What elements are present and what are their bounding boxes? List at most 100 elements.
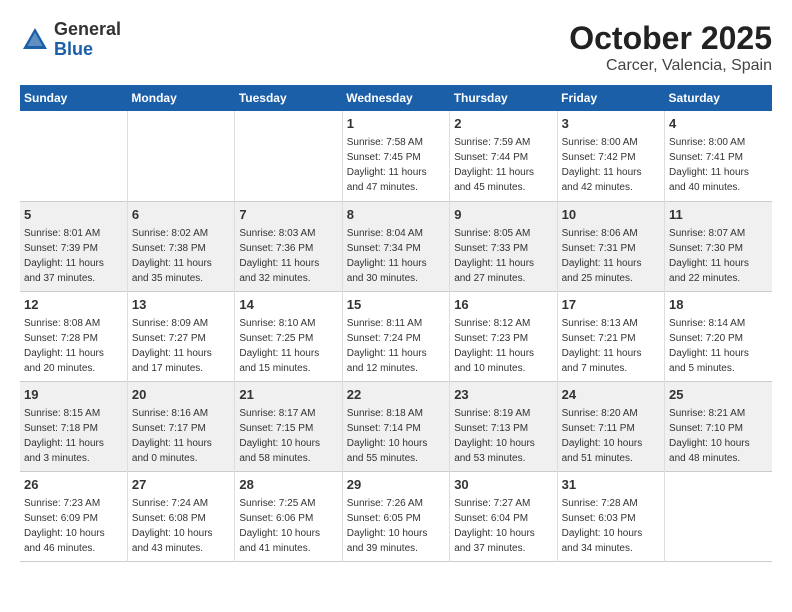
day-info: Sunrise: 8:04 AM Sunset: 7:34 PM Dayligh…	[347, 228, 427, 284]
week-row-2: 5 Sunrise: 8:01 AM Sunset: 7:39 PM Daylig…	[20, 201, 772, 291]
day-number: 13	[132, 296, 230, 314]
day-info: Sunrise: 7:28 AM Sunset: 6:03 PM Dayligh…	[562, 498, 643, 554]
calendar-cell: 20Sunrise: 8:16 AM Sunset: 7:17 PM Dayli…	[127, 381, 234, 471]
day-info: Sunrise: 8:05 AM Sunset: 7:33 PM Dayligh…	[454, 228, 534, 284]
day-info: Sunrise: 8:08 AM Sunset: 7:28 PM Dayligh…	[24, 318, 104, 374]
week-row-3: 12 Sunrise: 8:08 AM Sunset: 7:28 PM Dayli…	[20, 291, 772, 381]
day-header-thursday: Thursday	[450, 85, 557, 111]
logo-icon	[20, 25, 50, 55]
calendar-cell: 23 Sunrise: 8:19 AM Sunset: 7:13 PM Dayli…	[450, 381, 557, 471]
day-number: 29	[347, 476, 445, 494]
day-info: Sunrise: 8:12 AM Sunset: 7:23 PM Dayligh…	[454, 318, 534, 374]
day-number: 7	[239, 206, 337, 224]
calendar-cell	[665, 471, 772, 561]
logo: General Blue	[20, 20, 121, 60]
day-info: Sunrise: 8:18 AM Sunset: 7:14 PM Dayligh…	[347, 408, 428, 464]
day-number: 21	[239, 386, 337, 404]
calendar-cell: 17 Sunrise: 8:13 AM Sunset: 7:21 PM Dayli…	[557, 291, 664, 381]
calendar-cell: 2 Sunrise: 7:59 AM Sunset: 7:44 PM Daylig…	[450, 111, 557, 201]
day-info: Sunrise: 8:13 AM Sunset: 7:21 PM Dayligh…	[562, 318, 642, 374]
day-info: Sunrise: 8:06 AM Sunset: 7:31 PM Dayligh…	[562, 228, 642, 284]
day-header-monday: Monday	[127, 85, 234, 111]
day-info: Sunrise: 8:07 AM Sunset: 7:30 PM Dayligh…	[669, 228, 749, 284]
calendar-table: SundayMondayTuesdayWednesdayThursdayFrid…	[20, 85, 772, 562]
day-header-wednesday: Wednesday	[342, 85, 449, 111]
day-number: 12	[24, 296, 123, 314]
calendar-cell: 11 Sunrise: 8:07 AM Sunset: 7:30 PM Dayli…	[665, 201, 772, 291]
day-header-tuesday: Tuesday	[235, 85, 342, 111]
day-info: Sunrise: 8:00 AM Sunset: 7:42 PM Dayligh…	[562, 137, 642, 193]
page-container: General Blue October 2025 Carcer, Valenc…	[20, 20, 772, 562]
day-info: Sunrise: 8:20 AM Sunset: 7:11 PM Dayligh…	[562, 408, 643, 464]
day-info: Sunrise: 8:09 AM Sunset: 7:27 PM Dayligh…	[132, 318, 212, 374]
day-info: Sunrise: 8:03 AM Sunset: 7:36 PM Dayligh…	[239, 228, 319, 284]
day-number: 3	[562, 115, 660, 133]
day-number: 17	[562, 296, 660, 314]
day-info: Sunrise: 7:26 AM Sunset: 6:05 PM Dayligh…	[347, 498, 428, 554]
logo-text: General Blue	[54, 20, 121, 60]
day-info: Sunrise: 7:58 AM Sunset: 7:45 PM Dayligh…	[347, 137, 427, 193]
day-number: 24	[562, 386, 660, 404]
day-info: Sunrise: 8:00 AM Sunset: 7:41 PM Dayligh…	[669, 137, 749, 193]
day-info: Sunrise: 8:15 AM Sunset: 7:18 PM Dayligh…	[24, 408, 104, 464]
day-info: Sunrise: 7:59 AM Sunset: 7:44 PM Dayligh…	[454, 137, 534, 193]
calendar-cell: 5 Sunrise: 8:01 AM Sunset: 7:39 PM Daylig…	[20, 201, 127, 291]
calendar-cell: 29 Sunrise: 7:26 AM Sunset: 6:05 PM Dayli…	[342, 471, 449, 561]
day-number: 9	[454, 206, 552, 224]
calendar-cell: 13 Sunrise: 8:09 AM Sunset: 7:27 PM Dayli…	[127, 291, 234, 381]
calendar-cell	[127, 111, 234, 201]
day-info: Sunrise: 8:01 AM Sunset: 7:39 PM Dayligh…	[24, 228, 104, 284]
day-number: 20	[132, 386, 230, 404]
day-header-sunday: Sunday	[20, 85, 127, 111]
title-block: October 2025 Carcer, Valencia, Spain	[569, 20, 772, 75]
calendar-cell: 28Sunrise: 7:25 AM Sunset: 6:06 PM Dayli…	[235, 471, 342, 561]
day-number: 26	[24, 476, 123, 494]
calendar-cell: 1 Sunrise: 7:58 AM Sunset: 7:45 PM Daylig…	[342, 111, 449, 201]
day-number: 19	[24, 386, 123, 404]
calendar-cell	[20, 111, 127, 201]
logo-general: General	[54, 20, 121, 40]
day-number: 4	[669, 115, 768, 133]
calendar-cell: 31Sunrise: 7:28 AM Sunset: 6:03 PM Dayli…	[557, 471, 664, 561]
day-info: Sunrise: 7:23 AM Sunset: 6:09 PM Dayligh…	[24, 498, 105, 554]
day-number: 16	[454, 296, 552, 314]
day-number: 18	[669, 296, 768, 314]
day-number: 5	[24, 206, 123, 224]
calendar-cell: 21Sunrise: 8:17 AM Sunset: 7:15 PM Dayli…	[235, 381, 342, 471]
day-info: Sunrise: 8:11 AM Sunset: 7:24 PM Dayligh…	[347, 318, 427, 374]
calendar-body: 1 Sunrise: 7:58 AM Sunset: 7:45 PM Daylig…	[20, 111, 772, 561]
calendar-cell: 15Sunrise: 8:11 AM Sunset: 7:24 PM Dayli…	[342, 291, 449, 381]
calendar-subtitle: Carcer, Valencia, Spain	[569, 57, 772, 75]
calendar-cell: 19 Sunrise: 8:15 AM Sunset: 7:18 PM Dayli…	[20, 381, 127, 471]
calendar-cell: 30Sunrise: 7:27 AM Sunset: 6:04 PM Dayli…	[450, 471, 557, 561]
calendar-cell: 26 Sunrise: 7:23 AM Sunset: 6:09 PM Dayli…	[20, 471, 127, 561]
day-info: Sunrise: 8:21 AM Sunset: 7:10 PM Dayligh…	[669, 408, 750, 464]
calendar-cell: 10Sunrise: 8:06 AM Sunset: 7:31 PM Dayli…	[557, 201, 664, 291]
calendar-cell: 24 Sunrise: 8:20 AM Sunset: 7:11 PM Dayli…	[557, 381, 664, 471]
day-number: 14	[239, 296, 337, 314]
calendar-cell	[235, 111, 342, 201]
calendar-cell: 3 Sunrise: 8:00 AM Sunset: 7:42 PM Daylig…	[557, 111, 664, 201]
day-info: Sunrise: 8:10 AM Sunset: 7:25 PM Dayligh…	[239, 318, 319, 374]
calendar-cell: 16 Sunrise: 8:12 AM Sunset: 7:23 PM Dayli…	[450, 291, 557, 381]
week-row-4: 19 Sunrise: 8:15 AM Sunset: 7:18 PM Dayli…	[20, 381, 772, 471]
week-row-5: 26 Sunrise: 7:23 AM Sunset: 6:09 PM Dayli…	[20, 471, 772, 561]
day-number: 28	[239, 476, 337, 494]
calendar-cell: 14 Sunrise: 8:10 AM Sunset: 7:25 PM Dayli…	[235, 291, 342, 381]
day-number: 8	[347, 206, 445, 224]
calendar-cell: 7 Sunrise: 8:03 AM Sunset: 7:36 PM Daylig…	[235, 201, 342, 291]
day-info: Sunrise: 8:19 AM Sunset: 7:13 PM Dayligh…	[454, 408, 535, 464]
day-number: 23	[454, 386, 552, 404]
day-number: 22	[347, 386, 445, 404]
day-info: Sunrise: 7:24 AM Sunset: 6:08 PM Dayligh…	[132, 498, 213, 554]
day-number: 2	[454, 115, 552, 133]
day-number: 30	[454, 476, 552, 494]
header: General Blue October 2025 Carcer, Valenc…	[20, 20, 772, 75]
day-info: Sunrise: 8:02 AM Sunset: 7:38 PM Dayligh…	[132, 228, 212, 284]
calendar-cell: 18Sunrise: 8:14 AM Sunset: 7:20 PM Dayli…	[665, 291, 772, 381]
day-number: 1	[347, 115, 445, 133]
day-number: 11	[669, 206, 768, 224]
logo-blue: Blue	[54, 40, 121, 60]
calendar-cell: 9 Sunrise: 8:05 AM Sunset: 7:33 PM Daylig…	[450, 201, 557, 291]
day-number: 25	[669, 386, 768, 404]
